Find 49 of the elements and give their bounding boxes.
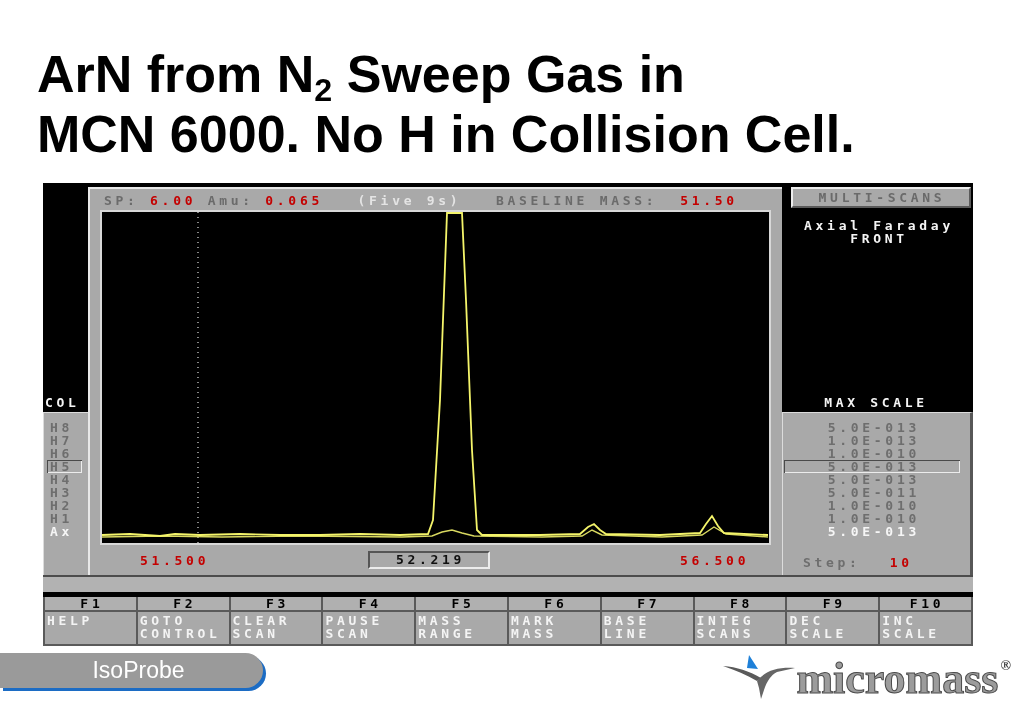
collector-item[interactable]: H1	[47, 512, 82, 525]
scale-item[interactable]: 1.0E-010	[784, 499, 960, 512]
function-key[interactable]: F6 MARK MASS	[509, 597, 602, 646]
function-key[interactable]: F1 HELP	[45, 597, 138, 646]
detector-name: Axial Faraday	[803, 219, 954, 232]
collector-item[interactable]: H2	[47, 499, 82, 512]
function-key[interactable]: F3 CLEAR SCAN	[230, 597, 324, 646]
scale-item[interactable]: 5.0E-013	[784, 421, 960, 434]
collector-item[interactable]: H7	[47, 434, 82, 447]
scale-item[interactable]: 5.0E-011	[784, 486, 960, 499]
field-value: 0.065	[265, 194, 323, 210]
function-key[interactable]: F8 INTEG SCANS	[694, 597, 788, 646]
field-label: Amu:	[207, 194, 254, 210]
field-label: SP:	[104, 194, 139, 210]
multi-scans-button[interactable]: MULTI-SCANS	[790, 187, 971, 208]
scale-item[interactable]: 5.0E-013	[784, 473, 960, 486]
scale-item[interactable]: 1.0E-010	[784, 447, 960, 460]
collector-item[interactable]: Ax	[47, 525, 82, 538]
column-heading: MAX SCALE	[823, 396, 928, 409]
function-key[interactable]: F9 DEC SCALE	[787, 597, 881, 646]
column-heading: COL	[44, 396, 80, 412]
collector-item[interactable]: H3	[47, 486, 82, 499]
field-label: BASELINE MASS:	[495, 194, 658, 210]
collector-item[interactable]: H4	[47, 473, 82, 486]
logo-text: micromass$^{®}$	[796, 657, 1011, 701]
step-value: 10	[889, 556, 913, 569]
slide-title: ArN from N$_{2}$ Sweep Gas in MCN 6000. No H in Collision Cell.	[36, 44, 856, 165]
collector-item[interactable]: H8	[47, 421, 82, 434]
function-key[interactable]: F5 MASS RANGE	[416, 597, 509, 646]
function-key[interactable]: F2 GOTO CONTROL	[137, 597, 231, 646]
field-value: 51.50	[680, 194, 738, 210]
scale-item[interactable]: 5.0E-013	[784, 525, 960, 538]
scale-item[interactable]: 1.0E-013	[784, 434, 960, 447]
product-label: IsoProbe	[0, 653, 263, 688]
bird-logo-icon	[723, 655, 796, 699]
step-label: Step:	[803, 556, 861, 569]
detector-position: FRONT	[849, 232, 908, 245]
scale-item[interactable]: 5.0E-013	[784, 460, 960, 473]
field-value: 6.00	[150, 194, 197, 210]
note-text: (Five 9s)	[357, 194, 462, 210]
axis-start-label: 51.500	[140, 553, 209, 567]
collector-item[interactable]: H5	[47, 460, 82, 473]
function-key[interactable]: F10 INC SCALE	[880, 597, 973, 646]
axis-end-label: 56.500	[680, 553, 750, 567]
collector-item[interactable]: H6	[47, 447, 82, 460]
cursor-mass-field: 52.219	[368, 551, 490, 569]
scale-item[interactable]: 1.0E-010	[784, 512, 960, 525]
function-key[interactable]: F4 PAUSE SCAN	[323, 597, 417, 646]
function-key[interactable]: F7 BASE LINE	[601, 597, 695, 646]
